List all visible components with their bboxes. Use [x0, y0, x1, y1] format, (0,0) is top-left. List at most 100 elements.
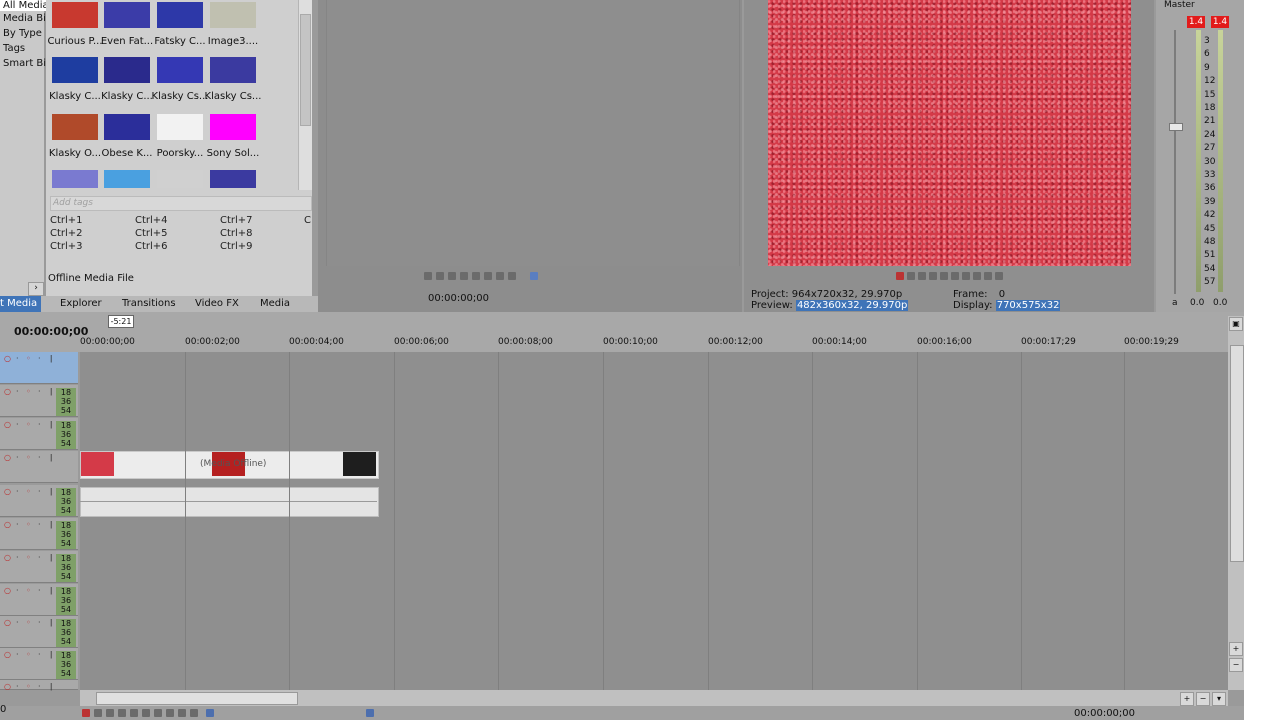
- track-control-icon[interactable]: ◦: [26, 650, 31, 659]
- track-control-icon[interactable]: ○: [4, 553, 11, 562]
- loop-playback-icon[interactable]: [907, 272, 915, 280]
- shortcut-ctrl6[interactable]: Ctrl+6: [135, 241, 168, 252]
- record-icon[interactable]: [82, 709, 90, 717]
- track-control-icon[interactable]: ǀ: [50, 682, 52, 691]
- previous-frame-icon[interactable]: [984, 272, 992, 280]
- tab-project-media[interactable]: t Media: [0, 296, 42, 312]
- track-control-icon[interactable]: ·: [38, 586, 41, 595]
- zoom-in-horizontal-button[interactable]: +: [1180, 692, 1194, 706]
- track-control-icon[interactable]: ○: [4, 453, 11, 462]
- track-control-icon[interactable]: ·: [38, 618, 41, 627]
- shortcut-ctrl7[interactable]: Ctrl+7: [220, 215, 253, 226]
- stop-icon[interactable]: [460, 272, 468, 280]
- track-control-icon[interactable]: ·: [16, 650, 19, 659]
- track-control-icon[interactable]: ǀ: [50, 354, 52, 363]
- play-from-start-icon[interactable]: [106, 709, 114, 717]
- audio-event[interactable]: [80, 487, 379, 517]
- go-to-start-icon[interactable]: [472, 272, 480, 280]
- shortcut-ctrl1[interactable]: Ctrl+1: [50, 215, 83, 226]
- zoom-out-vertical-button[interactable]: −: [1229, 658, 1243, 672]
- playhead-marker[interactable]: -5:21: [108, 315, 134, 328]
- track-control-icon[interactable]: ○: [4, 520, 11, 529]
- track-control-icon[interactable]: ǀ: [50, 420, 52, 429]
- add-tags-input[interactable]: Add tags: [50, 196, 312, 211]
- media-thumbnail[interactable]: [210, 57, 256, 83]
- timeline-tracks-area[interactable]: [80, 352, 1228, 690]
- track-control-icon[interactable]: ǀ: [50, 586, 52, 595]
- track-control-icon[interactable]: ◦: [26, 453, 31, 462]
- track-control-icon[interactable]: ○: [4, 387, 11, 396]
- media-thumbnail[interactable]: [52, 2, 98, 28]
- stop-icon[interactable]: [951, 272, 959, 280]
- track-control-icon[interactable]: ◦: [26, 387, 31, 396]
- track-control-icon[interactable]: ·: [38, 354, 41, 363]
- zoom-fit-button[interactable]: ▾: [1212, 692, 1226, 706]
- media-thumbnail[interactable]: [104, 2, 150, 28]
- track-control-icon[interactable]: ǀ: [50, 553, 52, 562]
- track-control-icon[interactable]: ·: [38, 553, 41, 562]
- shortcut-ctrl9[interactable]: Ctrl+9: [220, 241, 253, 252]
- track-control-icon[interactable]: ·: [16, 682, 19, 691]
- shortcut-ctrl3[interactable]: Ctrl+3: [50, 241, 83, 252]
- shortcut-ctrl5[interactable]: Ctrl+5: [135, 228, 168, 239]
- media-thumbnail[interactable]: [210, 114, 256, 140]
- track-control-icon[interactable]: ·: [16, 354, 19, 363]
- zoom-out-horizontal-button[interactable]: −: [1196, 692, 1210, 706]
- tree-item-all-media[interactable]: All Media: [0, 0, 52, 11]
- track-control-icon[interactable]: ◦: [26, 682, 31, 691]
- go-to-start-icon[interactable]: [154, 709, 162, 717]
- track-control-icon[interactable]: ·: [16, 586, 19, 595]
- track-control-icon[interactable]: ǀ: [50, 618, 52, 627]
- tab-transitions[interactable]: Transitions: [122, 296, 176, 312]
- track-control-icon[interactable]: ·: [38, 520, 41, 529]
- master-fader-handle[interactable]: [1169, 123, 1183, 131]
- tab-video-fx[interactable]: Video FX: [195, 296, 239, 312]
- next-frame-icon[interactable]: [190, 709, 198, 717]
- media-scrollbar-thumb[interactable]: [300, 14, 311, 126]
- track-control-icon[interactable]: ◦: [26, 354, 31, 363]
- loop-playback-icon[interactable]: [94, 709, 102, 717]
- media-thumbnail[interactable]: [52, 114, 98, 140]
- track-control-icon[interactable]: ǀ: [50, 387, 52, 396]
- track-control-icon[interactable]: ◦: [26, 420, 31, 429]
- previous-frame-icon[interactable]: [178, 709, 186, 717]
- normal-edit-tool-icon[interactable]: [206, 709, 214, 717]
- media-thumbnail[interactable]: [157, 2, 203, 28]
- timeline-horizontal-scrollbar-thumb[interactable]: [96, 692, 298, 705]
- track-control-icon[interactable]: ○: [4, 586, 11, 595]
- track-control-icon[interactable]: ◦: [26, 520, 31, 529]
- play-icon[interactable]: [118, 709, 126, 717]
- media-thumbnail[interactable]: [52, 57, 98, 83]
- snapping-icon[interactable]: [366, 709, 374, 717]
- play-from-start-icon[interactable]: [424, 272, 432, 280]
- tree-item-by-type[interactable]: By Type: [3, 28, 42, 39]
- track-control-icon[interactable]: ǀ: [50, 453, 52, 462]
- timeline-zoom-button[interactable]: ▣: [1229, 317, 1243, 331]
- go-to-end-icon[interactable]: [484, 272, 492, 280]
- go-to-end-icon[interactable]: [166, 709, 174, 717]
- loop-icon[interactable]: [530, 272, 538, 280]
- media-thumbnail[interactable]: [210, 170, 256, 188]
- media-thumbnail[interactable]: [210, 2, 256, 28]
- media-thumbnail[interactable]: [157, 114, 203, 140]
- stop-icon[interactable]: [142, 709, 150, 717]
- track-control-icon[interactable]: ○: [4, 487, 11, 496]
- media-thumbnail[interactable]: [104, 57, 150, 83]
- track-control-icon[interactable]: ◦: [26, 586, 31, 595]
- track-control-icon[interactable]: ·: [38, 650, 41, 659]
- go-to-end-icon[interactable]: [973, 272, 981, 280]
- track-control-icon[interactable]: ○: [4, 354, 11, 363]
- next-frame-icon[interactable]: [508, 272, 516, 280]
- track-control-icon[interactable]: ·: [16, 487, 19, 496]
- track-control-icon[interactable]: ·: [16, 387, 19, 396]
- previous-frame-icon[interactable]: [496, 272, 504, 280]
- next-frame-icon[interactable]: [995, 272, 1003, 280]
- track-control-icon[interactable]: ○: [4, 420, 11, 429]
- media-thumbnail[interactable]: [52, 170, 98, 188]
- record-icon[interactable]: [896, 272, 904, 280]
- shortcut-c[interactable]: C: [304, 215, 311, 226]
- tab-explorer[interactable]: Explorer: [60, 296, 102, 312]
- track-control-icon[interactable]: ◦: [26, 618, 31, 627]
- go-to-start-icon[interactable]: [962, 272, 970, 280]
- track-control-icon[interactable]: ○: [4, 650, 11, 659]
